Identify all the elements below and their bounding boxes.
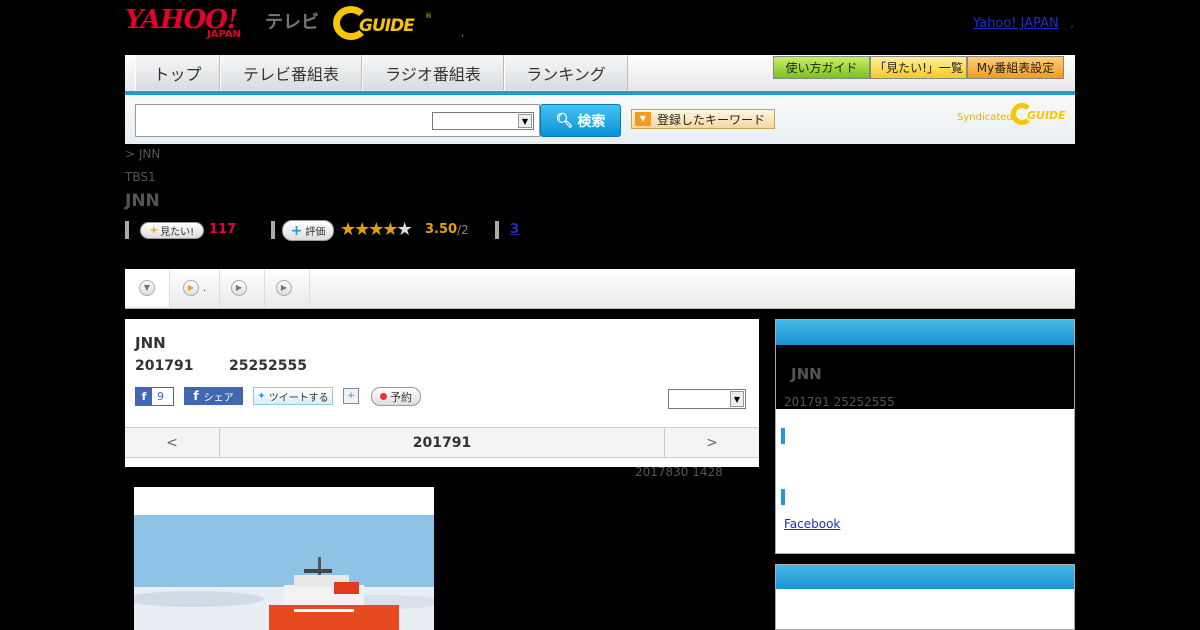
tab-4[interactable]: ▶ xyxy=(265,269,310,307)
yahoo-japan-link[interactable]: Yahoo! JAPAN xyxy=(973,16,1059,31)
station-name: TBS1 xyxy=(125,170,156,184)
tweet-button[interactable]: ✦ ツイートする xyxy=(253,387,333,405)
plus-icon: + xyxy=(290,222,303,239)
want-to-watch-count: 117 xyxy=(209,222,237,237)
play-icon: ▶ xyxy=(276,280,292,296)
nav-tab-tv-listings[interactable]: テレビ番組表 xyxy=(220,55,362,90)
chevron-down-icon: ▼ xyxy=(730,391,744,407)
gguide-logo-text: GUIDE xyxy=(359,16,415,36)
previous-day-button[interactable]: < xyxy=(125,428,220,457)
sidebar-box: JNN 201791 25252555 Facebook xyxy=(775,319,1075,554)
icebreaker-ship-image xyxy=(134,487,434,630)
main-nav-bar: トップ テレビ番組表 ラジオ番組表 ランキング 使い方ガイド 「見たい!」一覧 … xyxy=(125,55,1075,95)
detail-select[interactable]: ▼ xyxy=(668,389,746,409)
twitter-bird-icon: ✦ xyxy=(257,390,266,402)
my-listings-settings-button[interactable]: My番組表設定 xyxy=(967,56,1064,79)
syndicated-logo-text: GUIDE xyxy=(1027,109,1066,122)
next-day-button[interactable]: > xyxy=(664,428,759,457)
program-tabstrip: ▼ ▶ . ▶ ▶ xyxy=(125,269,1075,309)
star-empty-icon: ★ xyxy=(396,219,413,240)
star-half-icon: ★ xyxy=(382,219,398,240)
rate-label: 評価 xyxy=(305,227,326,238)
divider xyxy=(125,221,129,239)
want-to-watch-label: 見たい! xyxy=(160,227,195,238)
detail-title: JNN xyxy=(135,334,166,352)
facebook-share-button[interactable]: f シェア xyxy=(184,387,243,405)
record-dot-icon xyxy=(380,393,387,400)
divider xyxy=(495,221,499,239)
page: YAHOO! JAPAN テレビ GUIDE ® , Yahoo! JAPAN … xyxy=(0,0,1200,630)
nav-tab-top[interactable]: トップ xyxy=(135,55,220,90)
tab-overview[interactable]: ▼ xyxy=(125,269,170,307)
dropdown-triangle-icon: ▼ xyxy=(635,112,651,126)
date-navigation: < 201791 > xyxy=(125,427,759,458)
chevron-down-icon: ▼ xyxy=(518,114,532,128)
sidebar-program-title: JNN xyxy=(791,365,822,383)
header-dot: , xyxy=(461,28,465,39)
search-button[interactable]: 🔍︎ 検索 xyxy=(540,104,621,137)
saved-keywords-label: 登録したキーワード xyxy=(657,112,766,127)
reserve-label: 予約 xyxy=(390,390,412,404)
rating-count: /2 xyxy=(457,223,469,237)
facebook-like-count: 9 xyxy=(157,390,164,403)
usage-guide-button[interactable]: 使い方ガイド xyxy=(773,56,870,79)
tweet-label: ツイートする xyxy=(268,392,329,404)
tab-2[interactable]: ▶ . xyxy=(170,269,220,307)
reserve-button[interactable]: 予約 xyxy=(371,387,421,406)
nav-tab-radio-listings[interactable]: ラジオ番組表 xyxy=(362,55,504,90)
sidebar-box-2-header xyxy=(776,565,1074,589)
rating-value: 3.50 xyxy=(425,222,458,237)
program-photo xyxy=(134,487,434,630)
plus-icon: + xyxy=(149,225,159,236)
play-icon: ▶ xyxy=(231,280,247,296)
facebook-share-label: シェア xyxy=(203,392,234,404)
nav-tab-ranking[interactable]: ランキング xyxy=(504,55,628,90)
facebook-like-button[interactable]: f 9 xyxy=(135,387,174,406)
sidebar-box-header xyxy=(776,320,1074,345)
tab-3[interactable]: ▶ xyxy=(220,269,265,307)
gguide-logo[interactable]: GUIDE ® xyxy=(333,6,433,42)
search-area: ▼ 🔍︎ 検索 ▼ 登録したキーワード Syndicated GUIDE xyxy=(125,95,1075,144)
star-rating: ★★★★★ xyxy=(340,219,413,240)
star-icon: ★ xyxy=(368,219,384,240)
breadcrumb[interactable]: > JNN xyxy=(125,147,160,161)
bookmark-add-icon[interactable]: + xyxy=(343,388,359,404)
chevron-down-icon: ▼ xyxy=(139,280,155,296)
play-icon: ▶ xyxy=(183,280,199,296)
japan-logo-text: JAPAN xyxy=(207,29,241,40)
detail-time: 25252555 xyxy=(229,358,307,374)
want-to-watch-button[interactable]: + 見たい! xyxy=(140,222,204,239)
yahoo-japan-logo[interactable]: YAHOO! JAPAN xyxy=(125,5,263,41)
search-icon: 🔍︎ xyxy=(555,112,574,129)
gguide-registered-mark: ® xyxy=(425,12,432,20)
tab-2-label: . xyxy=(203,282,207,294)
sidebar-section-marker xyxy=(781,489,785,505)
saved-keywords-button[interactable]: ▼ 登録したキーワード xyxy=(631,109,775,129)
facebook-icon: f xyxy=(136,388,152,405)
star-icon: ★ xyxy=(340,219,356,240)
facebook-icon: f xyxy=(193,389,199,403)
search-category-select[interactable]: ▼ xyxy=(432,112,534,130)
current-date-label: 201791 xyxy=(412,434,472,451)
detail-date: 201791 xyxy=(135,358,194,374)
yahoo-link-dot: , xyxy=(1070,16,1075,31)
rate-button[interactable]: + 評価 xyxy=(282,220,334,241)
sidebar-program-summary: JNN 201791 25252555 xyxy=(776,345,1074,409)
star-icon: ★ xyxy=(354,219,370,240)
syndicated-gguide-logo: GUIDE xyxy=(1011,103,1069,125)
sidebar-program-datetime: 201791 25252555 xyxy=(784,395,895,409)
syndicated-label: Syndicated xyxy=(957,112,1013,123)
facebook-link[interactable]: Facebook xyxy=(784,517,840,531)
program-detail-panel: JNN 201791 25252555 f 9 f シェア ✦ ツイートする +… xyxy=(125,319,759,467)
search-button-label: 検索 xyxy=(577,113,606,130)
page-title: JNN xyxy=(125,191,160,211)
want-to-watch-list-button[interactable]: 「見たい!」一覧 xyxy=(870,56,967,79)
sidebar-section-marker xyxy=(781,428,785,444)
review-count-link[interactable]: 3 xyxy=(510,222,519,237)
last-updated: 2017830 1428 xyxy=(635,465,723,479)
divider xyxy=(271,221,275,239)
sidebar-box-2 xyxy=(775,564,1075,630)
tv-logo-label: テレビ xyxy=(265,12,319,33)
